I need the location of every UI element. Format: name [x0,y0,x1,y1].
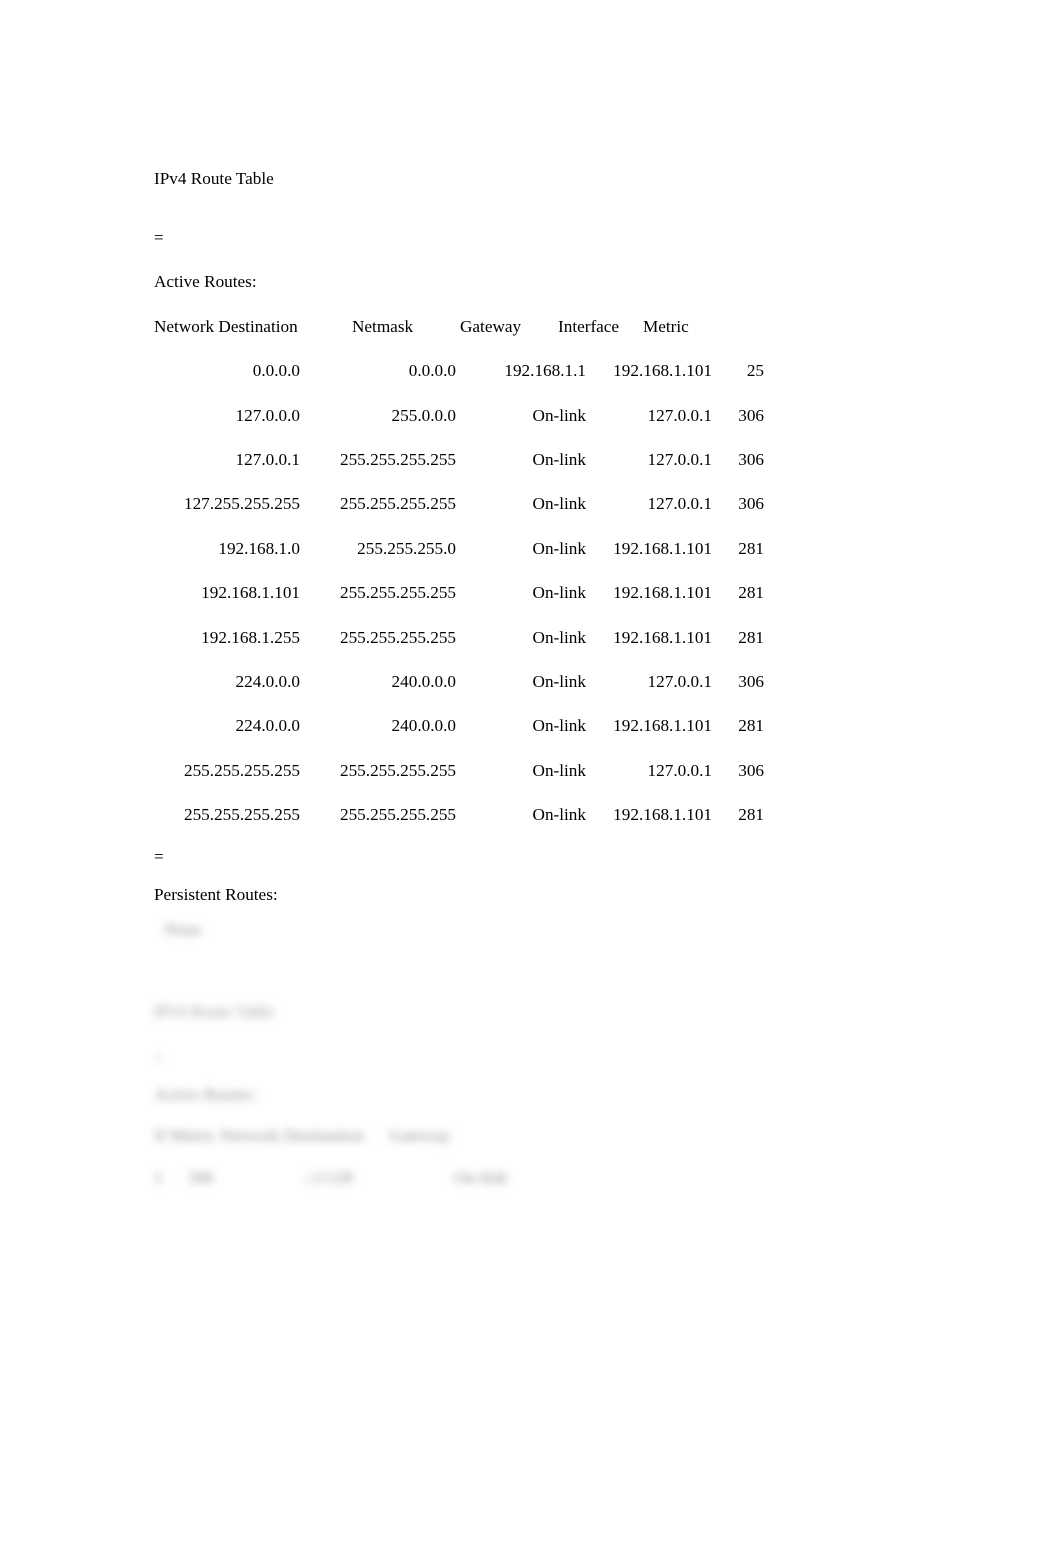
route-cell-netmask: 255.255.255.255 [339,494,456,514]
column-header-metric: Metric [643,316,689,336]
ipv6-column-header-row: If Metric Network Destination Gateway [154,1126,451,1146]
route-cell-interface: 127.0.0.1 [647,405,712,425]
spacer-before-ipv6 [154,947,974,999]
route-print-output: IPv4 Route Table = Active Routes: Networ… [154,168,974,1199]
ipv6-separator-top: = [154,1049,164,1069]
ipv4-active-routes-label: Active Routes: [154,272,257,292]
table-row: 192.168.1.255 255.255.255.255 On-link 192.1… [154,616,974,660]
persistent-routes-value: None [164,920,202,940]
table-row: 127.255.255.255 255.255.255.255 On-link 127… [154,482,974,526]
route-cell-netmask: 255.255.255.255 [339,583,456,603]
route-cell-metric: 281 [738,627,764,647]
route-cell-metric: 281 [738,716,764,736]
route-cell-gateway: On-link [532,449,586,469]
route-cell-interface: 192.168.1.101 [613,805,712,825]
route-cell-interface: 192.168.1.101 [613,538,712,558]
table-row: 127.0.0.0 255.0.0.0 On-link 127.0.0.1 306 [154,394,974,438]
route-cell-destination: 0.0.0.0 [252,361,300,381]
route-cell-metric: 306 [738,494,764,514]
route-cell-gateway: On-link [532,716,586,736]
route-cell-metric: 281 [738,538,764,558]
route-cell-interface: 192.168.1.101 [613,716,712,736]
route-cell-destination: 127.0.0.0 [235,405,300,425]
table-row: 127.0.0.1 255.255.255.255 On-link 127.0.0.1… [154,438,974,482]
route-cell-gateway: On-link [532,583,586,603]
ipv4-column-header-row: Network Destination Netmask Gateway Inte… [154,305,974,349]
persistent-routes-label: Persistent Routes: [154,885,278,905]
route-cell-gateway: On-link [532,538,586,558]
route-cell-gateway: On-link [454,1168,508,1188]
route-cell-destination: ::1/128 [304,1168,353,1188]
route-cell-netmask: 255.255.255.0 [357,538,456,558]
document-page: IPv4 Route Table = Active Routes: Networ… [0,0,1062,1561]
route-cell-metric: 25 [746,361,764,381]
route-cell-metric: 306 [188,1168,214,1188]
ipv4-separator-top: = [154,228,164,247]
route-cell-metric: 306 [738,405,764,425]
table-row: 224.0.0.0 240.0.0.0 On-link 192.168.1.101 28… [154,704,974,748]
route-cell-gateway: On-link [532,760,586,780]
route-cell-netmask: 240.0.0.0 [391,716,456,736]
spacer-after-ipv6-title [154,1025,974,1043]
ipv4-route-rows: 0.0.0.0 0.0.0.0 192.168.1.1 192.168.1.101 25… [154,349,974,837]
route-cell-interface: 127.0.0.1 [647,494,712,514]
route-cell-destination: 255.255.255.255 [183,805,300,825]
route-cell-destination: 224.0.0.0 [235,671,300,691]
route-cell-metric: 281 [738,583,764,603]
route-cell-gateway: 192.168.1.1 [504,361,586,381]
spacer-after-title [154,190,974,216]
route-cell-interface: 192.168.1.101 [613,627,712,647]
route-cell-netmask: 240.0.0.0 [391,671,456,691]
table-row: 0.0.0.0 0.0.0.0 192.168.1.1 192.168.1.101 25 [154,349,974,393]
table-row: 255.255.255.255 255.255.255.255 On-link 127… [154,749,974,793]
route-cell-gateway: On-link [532,627,586,647]
table-row: 224.0.0.0 240.0.0.0 On-link 127.0.0.1 306 [154,660,974,704]
table-row: 192.168.1.0 255.255.255.0 On-link 192.168.1… [154,527,974,571]
route-cell-metric: 306 [738,671,764,691]
route-cell-metric: 281 [738,805,764,825]
route-cell-gateway: On-link [532,805,586,825]
route-cell-gateway: On-link [532,405,586,425]
table-row: 192.168.1.101 255.255.255.255 On-link 192.1… [154,571,974,615]
route-cell-netmask: 0.0.0.0 [408,361,456,381]
route-cell-interface: 127.0.0.1 [647,449,712,469]
route-cell-destination: 224.0.0.0 [235,716,300,736]
route-cell-interface: 192.168.1.101 [613,361,712,381]
route-cell-netmask: 255.255.255.255 [339,627,456,647]
route-cell-netmask: 255.0.0.0 [391,405,456,425]
route-cell-gateway: On-link [532,494,586,514]
ipv4-route-table-title: IPv4 Route Table [154,169,274,188]
route-cell-interface: 192.168.1.101 [613,583,712,603]
column-header-network-destination: Network Destination [154,316,298,336]
column-header-interface: Interface [558,316,620,336]
route-cell-interface: 127.0.0.1 [647,671,712,691]
route-cell-gateway: On-link [532,671,586,691]
ipv6-route-table-title: IPv6 Route Table [154,1002,274,1022]
route-cell-destination: 127.255.255.255 [183,494,300,514]
ipv6-active-routes-label: Active Routes: [154,1085,257,1105]
ipv4-separator-bottom: = [154,847,164,867]
ipv6-route-rows: 1 306::1/128 On-link [154,1157,974,1199]
column-header-gateway: Gateway [460,316,522,336]
route-cell-if: 1 [154,1168,163,1188]
route-cell-netmask: 255.255.255.255 [339,805,456,825]
table-row: 255.255.255.255 255.255.255.255 On-link 192… [154,793,974,837]
route-cell-destination: 127.0.0.1 [235,449,300,469]
route-cell-netmask: 255.255.255.255 [339,760,456,780]
route-cell-destination: 192.168.1.255 [201,627,300,647]
route-cell-destination: 192.168.1.101 [201,583,300,603]
route-cell-destination: 255.255.255.255 [183,760,300,780]
route-cell-netmask: 255.255.255.255 [339,449,456,469]
column-header-netmask: Netmask [352,316,414,336]
table-row: 1 306::1/128 On-link [154,1157,974,1199]
route-cell-metric: 306 [738,760,764,780]
route-cell-destination: 192.168.1.0 [218,538,300,558]
route-cell-interface: 127.0.0.1 [647,760,712,780]
route-cell-metric: 306 [738,449,764,469]
